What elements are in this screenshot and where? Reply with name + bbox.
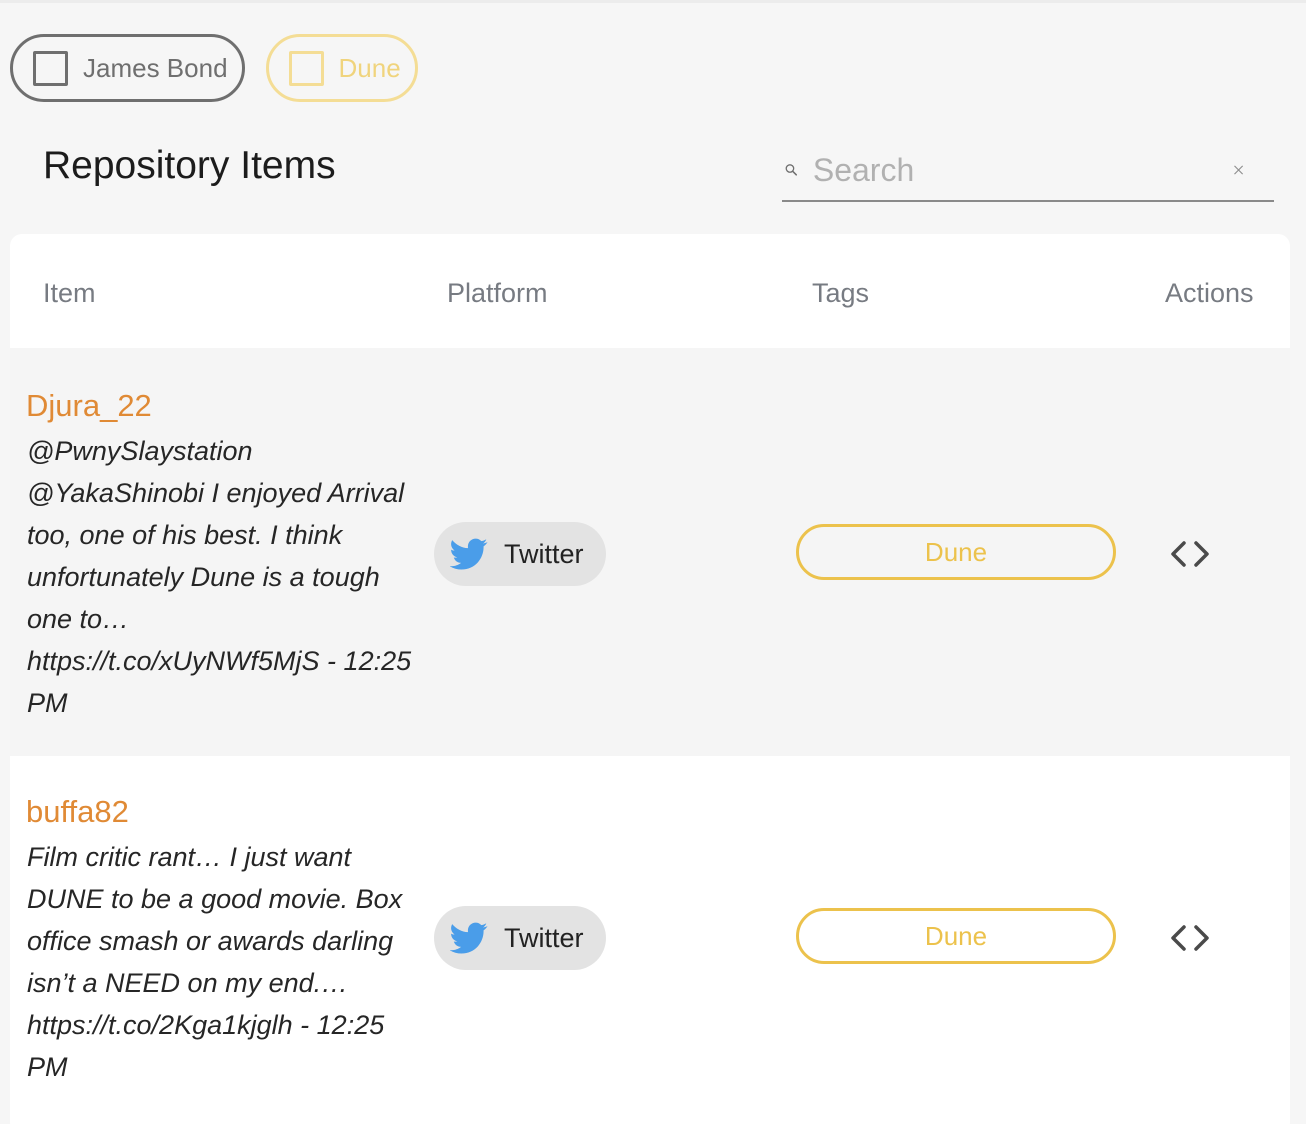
filter-chip-dune[interactable]: Dune [265, 34, 418, 102]
platform-chip-twitter[interactable]: Twitter [434, 906, 606, 970]
top-divider [0, 0, 1306, 3]
repository-table: Item Platform Tags Actions Djura_22 @Pwn… [10, 234, 1290, 1124]
platform-label: Twitter [504, 538, 584, 569]
tag-chip-dune[interactable]: Dune [796, 524, 1116, 580]
close-icon[interactable] [1233, 155, 1244, 185]
search-icon [785, 164, 798, 176]
column-header-platform: Platform [447, 278, 548, 308]
twitter-icon [450, 922, 488, 954]
checkbox-icon[interactable] [33, 50, 68, 86]
repository-page: James Bond Dune Repository Items Item Pl… [0, 0, 1306, 1124]
filter-chip-label: James Bond [83, 52, 228, 83]
search-input[interactable] [812, 151, 1233, 189]
filter-chip-james-bond[interactable]: James Bond [10, 34, 245, 102]
page-title: Repository Items [43, 144, 336, 187]
column-header-item: Item [43, 278, 96, 308]
platform-label: Twitter [504, 922, 584, 953]
table-row[interactable]: buffa82 Film critic rant… I just want DU… [10, 756, 1290, 1124]
item-text: Film critic rant… I just want DUNE to be… [27, 842, 403, 1082]
filter-chip-label: Dune [338, 52, 401, 83]
table-header: Item Platform Tags Actions [10, 234, 1290, 348]
code-icon[interactable] [1168, 539, 1212, 569]
table-row[interactable]: Djura_22 @PwnySlaystation @YakaShinobi I… [10, 348, 1290, 756]
column-header-actions: Actions [1165, 278, 1254, 308]
column-header-tags: Tags [812, 278, 870, 308]
platform-chip-twitter[interactable]: Twitter [434, 522, 606, 586]
tag-chip-dune[interactable]: Dune [796, 908, 1116, 964]
checkbox-icon[interactable] [288, 50, 324, 86]
item-text: @PwnySlaystation @YakaShinobi I enjoyed … [27, 436, 412, 718]
twitter-icon [450, 538, 488, 570]
item-author[interactable]: Djura_22 [26, 388, 152, 424]
filter-chip-group: James Bond Dune [10, 34, 418, 102]
item-author[interactable]: buffa82 [26, 794, 129, 830]
search-bar [782, 140, 1274, 202]
code-icon[interactable] [1168, 923, 1212, 953]
